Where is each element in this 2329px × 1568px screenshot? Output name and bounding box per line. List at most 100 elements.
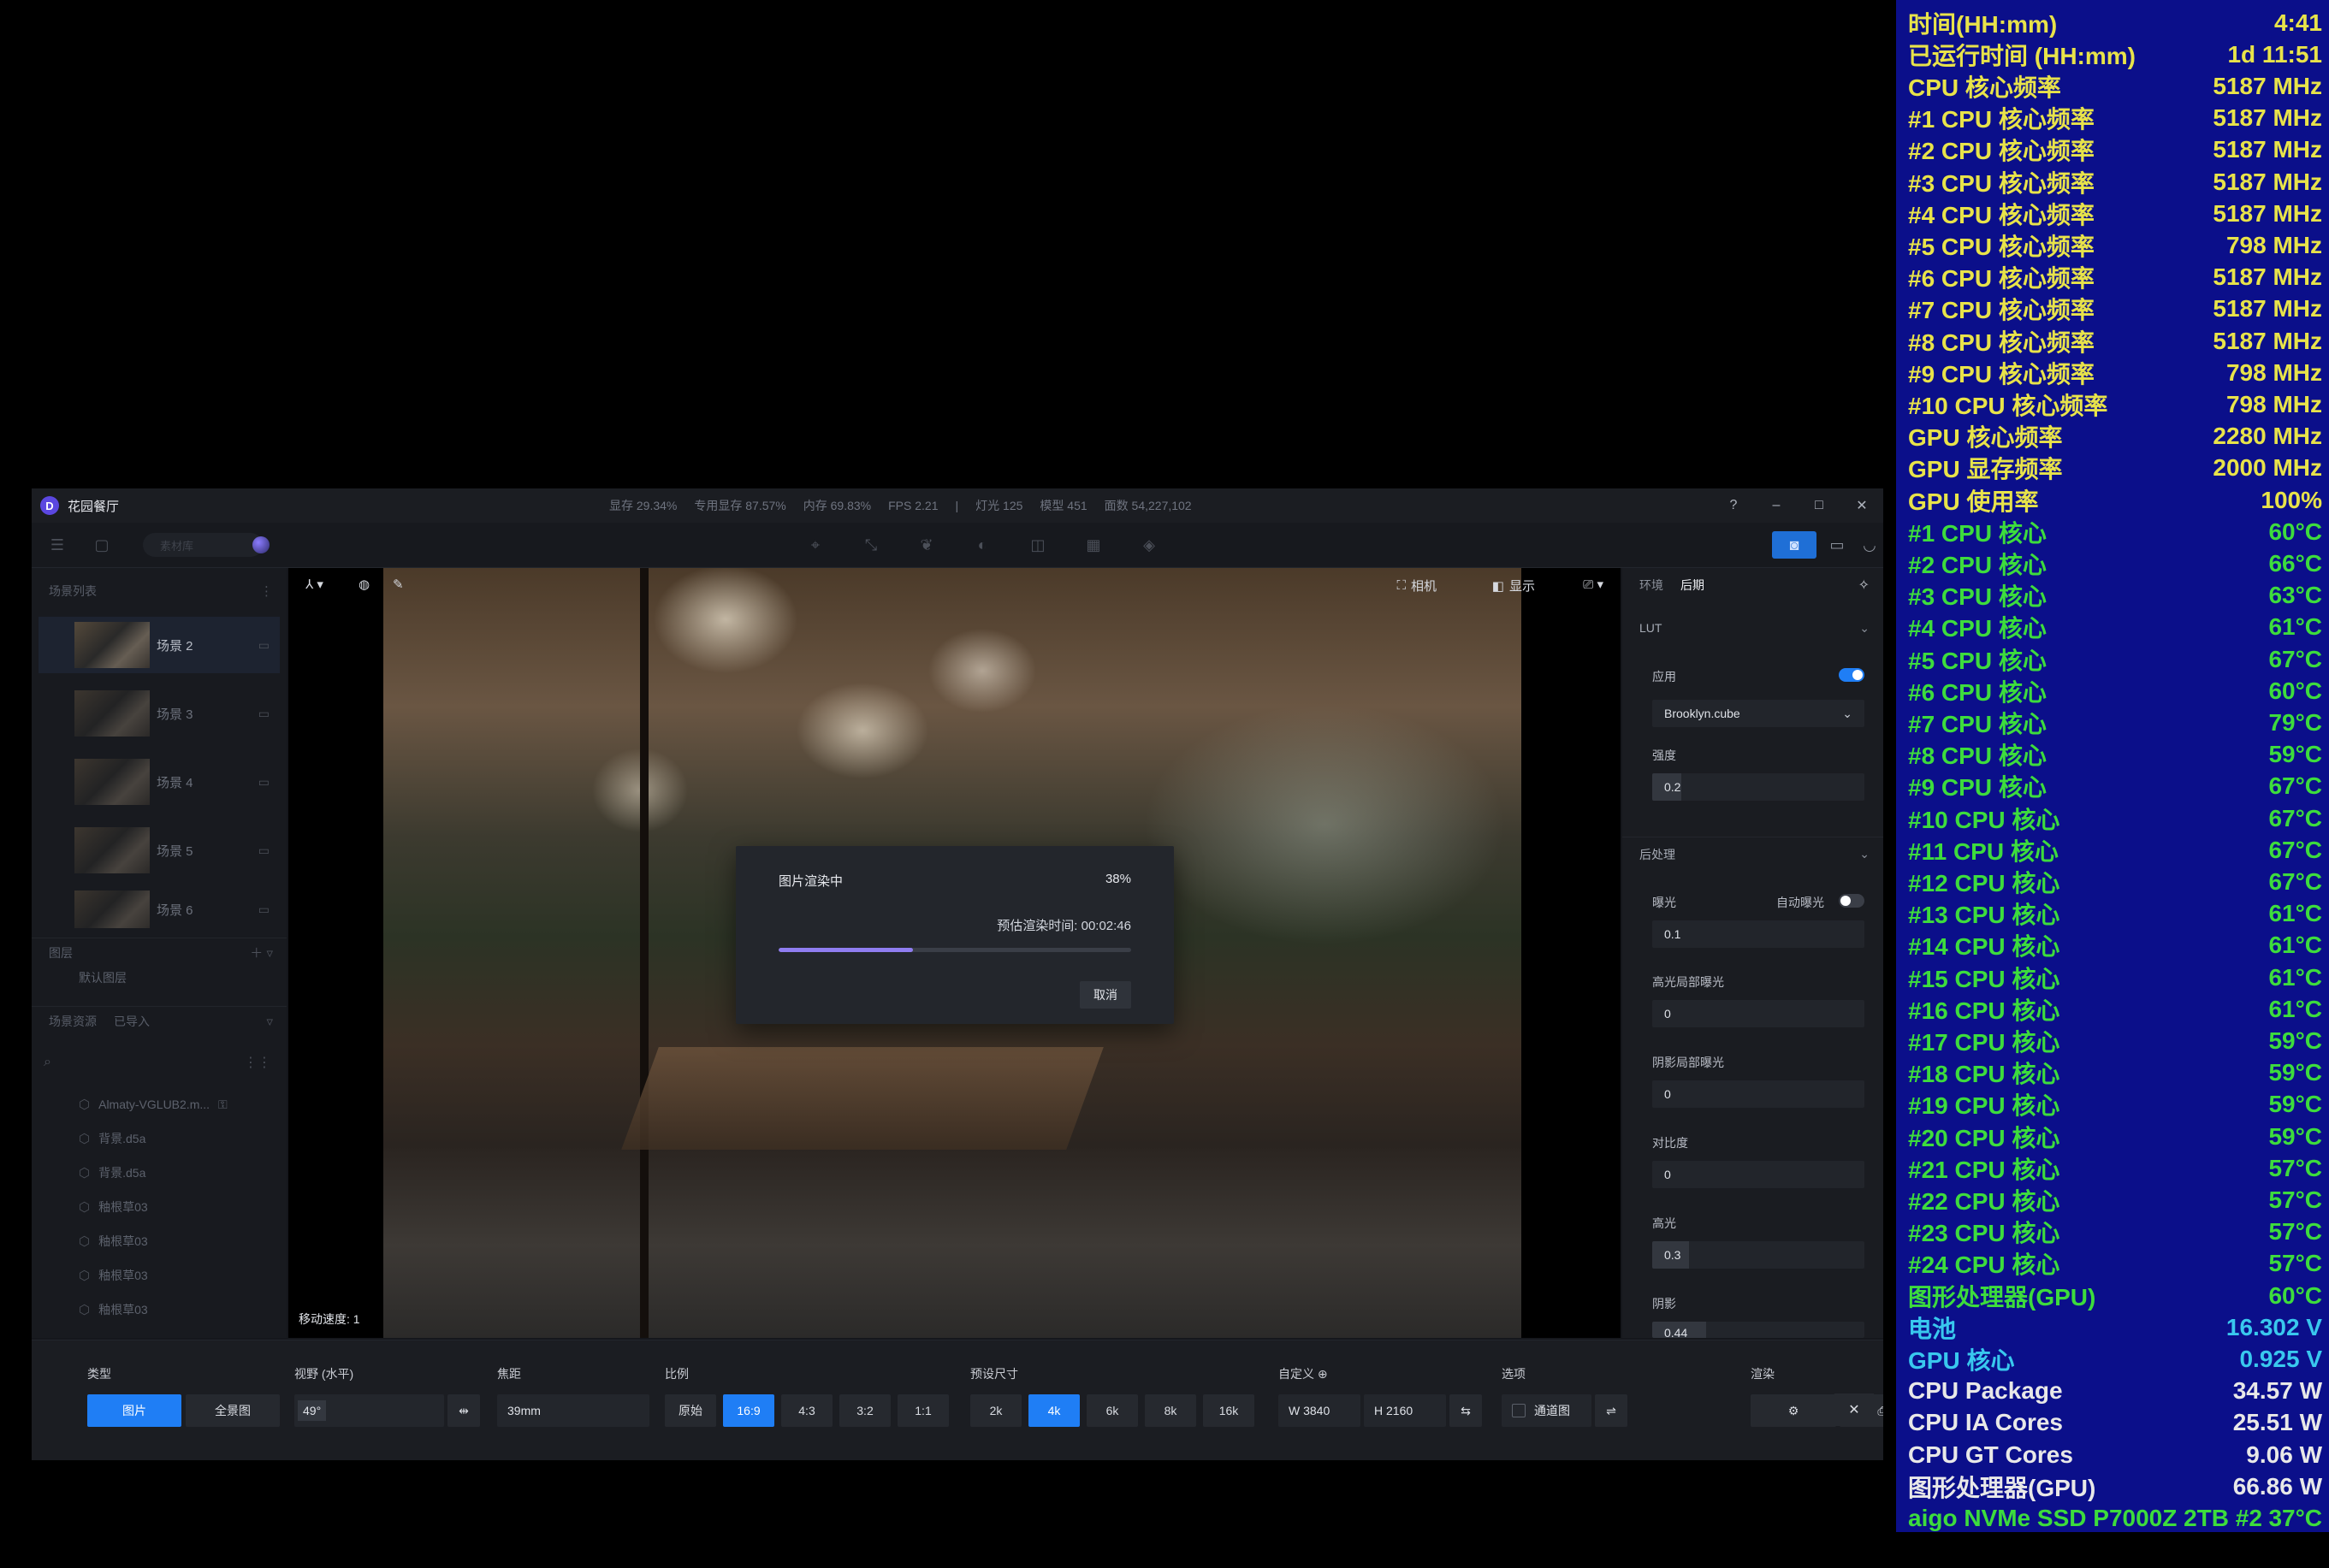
preset-16k-button[interactable]: 16k xyxy=(1203,1394,1254,1427)
viewport[interactable]: ⅄ ▾ ◍ ✎ ⛶ 相机 ◧ 显示 ⎚ ▾ 移动速度: 1 图片渲染中 38% 预估… xyxy=(288,568,1621,1338)
asset-search[interactable]: ⌕ ⋮⋮ xyxy=(44,1049,275,1076)
monitor-value: 798 MHz xyxy=(2225,390,2322,417)
sparkle-icon[interactable]: ✧ xyxy=(1858,577,1870,594)
scene-item[interactable]: 场景 5 ▭ xyxy=(39,822,280,879)
add-layer-icon[interactable]: ＋ ▿ xyxy=(250,944,273,962)
file-icon[interactable]: ▢ xyxy=(88,531,116,559)
strength-field[interactable]: 0.2 xyxy=(1652,773,1864,801)
ratio-3-2-button[interactable]: 3:2 xyxy=(839,1394,891,1427)
preset-2k-button[interactable]: 2k xyxy=(970,1394,1022,1427)
lut-file-select[interactable]: Brooklyn.cube ⌄ xyxy=(1652,700,1864,727)
plant-tool-icon[interactable]: ❦ xyxy=(913,531,940,559)
camera-icon[interactable]: ▭ xyxy=(258,638,270,653)
close-icon[interactable]: ✕ xyxy=(1840,488,1883,523)
lut-section-header[interactable]: LUT ⌄ xyxy=(1622,611,1883,645)
exposure-slider[interactable]: 0.1 xyxy=(1652,920,1864,948)
asset-item[interactable]: ⬡ Almaty-VGLUB2.m... ⚿ xyxy=(79,1092,228,1117)
preset-6k-button[interactable]: 6k xyxy=(1087,1394,1138,1427)
grid-view-icon[interactable]: ⋮⋮ xyxy=(244,1054,271,1071)
camera-icon[interactable]: ▭ xyxy=(258,707,270,721)
scene-item[interactable]: 场景 6 ▭ xyxy=(39,891,280,928)
lock-icon[interactable]: ⚿ xyxy=(218,1098,228,1112)
monitor-label: CPU GT Cores xyxy=(1908,1441,2073,1468)
camera-icon[interactable]: ▭ xyxy=(258,843,270,858)
preset-4k-button[interactable]: 4k xyxy=(1028,1394,1080,1427)
swap-dimensions-icon[interactable]: ⇆ xyxy=(1449,1394,1482,1427)
globe-icon[interactable]: ◍ xyxy=(359,577,370,592)
monitor-value: 61°C xyxy=(2268,963,2322,991)
effect-tool-icon[interactable]: ◫ xyxy=(1024,531,1052,559)
scene-item[interactable]: 场景 2 ▭ xyxy=(39,617,280,673)
image-mode-camera-icon[interactable]: ◙ xyxy=(1772,531,1816,559)
scene-list-more-icon[interactable]: ⋮ xyxy=(260,583,273,599)
channel-checkbox[interactable]: 通道图 xyxy=(1502,1394,1591,1427)
close-render-icon[interactable]: ✕ xyxy=(1834,1393,1874,1426)
focal-field[interactable]: 39mm xyxy=(497,1394,649,1427)
paint-tool-icon[interactable]: ◐ xyxy=(969,531,996,559)
view-options-icon[interactable]: ⎚ ▾ xyxy=(1583,577,1603,592)
ratio-16-9-button[interactable]: 16:9 xyxy=(723,1394,774,1427)
brush-icon[interactable]: ✎ xyxy=(393,577,404,592)
info-icon[interactable]: ⊕ xyxy=(1318,1367,1328,1381)
width-field[interactable]: W 3840 xyxy=(1278,1394,1360,1427)
cancel-render-button[interactable]: 取消 xyxy=(1080,981,1131,1009)
type-image-button[interactable]: 图片 xyxy=(87,1394,181,1427)
place-tool-icon[interactable]: ⌖ xyxy=(802,531,829,559)
camera-settings-button[interactable]: ⛶ 相机 xyxy=(1396,577,1437,595)
monitor-label: #3 CPU 核心频率 xyxy=(1908,169,2095,197)
layer-item[interactable]: 默认图层 xyxy=(79,972,127,984)
monitor-row: #4 CPU 核心频率 5187 MHz xyxy=(1908,198,2322,229)
asset-item[interactable]: ⬡ 釉根草03 xyxy=(79,1263,148,1288)
assets-collapse-icon[interactable]: ▿ xyxy=(266,1014,273,1029)
height-field[interactable]: H 2160 xyxy=(1364,1394,1446,1427)
video-mode-icon[interactable]: ▭ xyxy=(1823,531,1851,559)
asset-item[interactable]: ⬡ 釉根草03 xyxy=(79,1194,148,1220)
maximize-icon[interactable]: □ xyxy=(1798,488,1840,523)
fov-link-icon[interactable]: ⇹ xyxy=(447,1394,480,1427)
render-settings-button[interactable]: ⚙ xyxy=(1751,1394,1836,1427)
options-settings-icon[interactable]: ⇌ xyxy=(1595,1394,1627,1427)
monitor-label: 图形处理器(GPU) xyxy=(1908,1283,2096,1311)
minimize-icon[interactable]: – xyxy=(1755,488,1798,523)
monitor-label: #10 CPU 核心 xyxy=(1908,806,2060,833)
apply-lut-toggle[interactable] xyxy=(1839,668,1864,682)
navigation-mode-icon[interactable]: ⅄ ▾ xyxy=(305,577,323,592)
panorama-mode-icon[interactable]: ◡ xyxy=(1856,531,1883,559)
shadow-slider[interactable]: 0.44 xyxy=(1652,1322,1864,1338)
monitor-label: GPU 使用率 xyxy=(1908,488,2039,515)
path-tool-icon[interactable]: ⤡ xyxy=(857,531,885,559)
grid-tool-icon[interactable]: ▦ xyxy=(1080,531,1107,559)
menu-icon[interactable]: ☰ xyxy=(44,531,71,559)
asset-item[interactable]: ⬡ 背景.d5a xyxy=(79,1126,145,1151)
highlight-local-field[interactable]: 0 xyxy=(1652,1000,1864,1027)
camera-icon[interactable]: ▭ xyxy=(258,775,270,790)
tab-post[interactable]: 后期 xyxy=(1680,577,1704,594)
help-icon[interactable]: ? xyxy=(1712,488,1755,523)
tag-tool-icon[interactable]: ◈ xyxy=(1135,531,1163,559)
contrast-field[interactable]: 0 xyxy=(1652,1161,1864,1188)
highlight-slider[interactable]: 0.3 xyxy=(1652,1241,1864,1269)
ai-orb-icon[interactable] xyxy=(252,536,270,553)
ratio-4-3-button[interactable]: 4:3 xyxy=(781,1394,833,1427)
display-settings-button[interactable]: ◧ 显示 xyxy=(1492,577,1535,595)
asset-item[interactable]: ⬡ 背景.d5a xyxy=(79,1160,145,1186)
asset-library-button[interactable]: 素材库 xyxy=(143,533,263,557)
preset-8k-button[interactable]: 8k xyxy=(1145,1394,1196,1427)
asset-item[interactable]: ⬡ 釉根草03 xyxy=(79,1297,148,1322)
assets-imported-tab[interactable]: 已导入 xyxy=(114,1013,150,1030)
monitor-row: #5 CPU 核心频率 798 MHz xyxy=(1908,229,2322,261)
shadow-local-field[interactable]: 0 xyxy=(1652,1080,1864,1108)
fov-field[interactable]: 49° xyxy=(294,1394,444,1427)
tab-environment[interactable]: 环境 xyxy=(1639,577,1663,594)
ratio-original-button[interactable]: 原始 xyxy=(665,1394,716,1427)
ratio-1-1-button[interactable]: 1:1 xyxy=(898,1394,949,1427)
auto-exposure-toggle[interactable] xyxy=(1839,894,1864,908)
post-section-header[interactable]: 后处理 ⌄ xyxy=(1622,837,1883,871)
asset-item[interactable]: ⬡ 釉根草03 xyxy=(79,1228,148,1254)
layers-title: 图层 xyxy=(49,945,73,960)
monitor-row: #16 CPU 核心 61°C xyxy=(1908,993,2322,1025)
scene-item[interactable]: 场景 3 ▭ xyxy=(39,685,280,742)
type-panorama-button[interactable]: 全景图 xyxy=(186,1394,280,1427)
camera-icon[interactable]: ▭ xyxy=(258,902,270,917)
scene-item[interactable]: 场景 4 ▭ xyxy=(39,754,280,810)
